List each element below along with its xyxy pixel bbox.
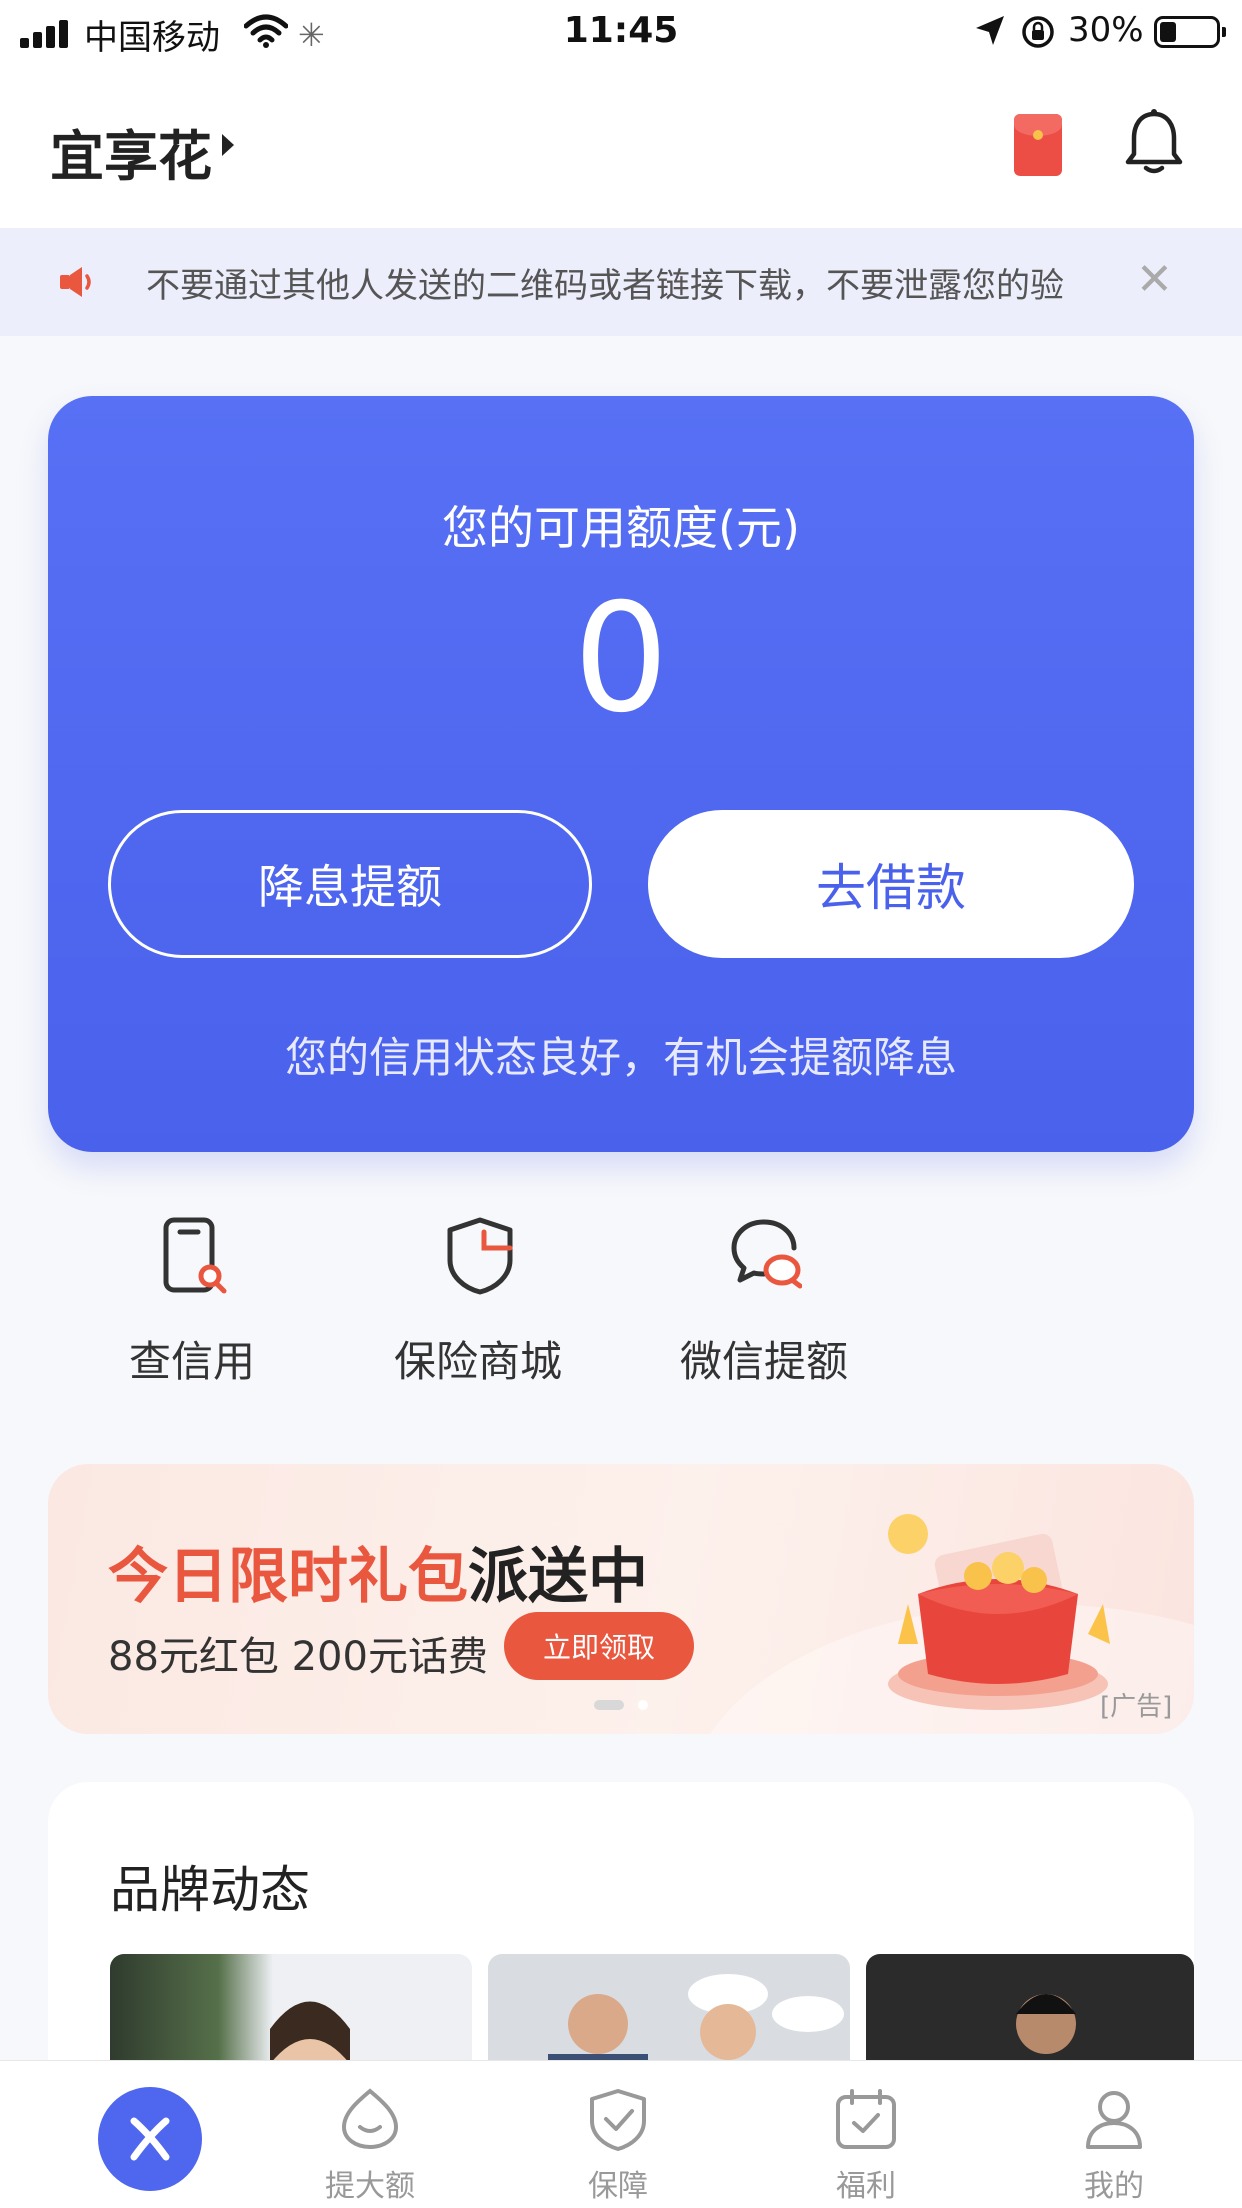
status-bar: 中国移动 ✳ 11:45 30% [0, 0, 1242, 62]
quick-action-label: 微信提额 [679, 1337, 848, 1386]
tab-label: 我的 [1084, 2169, 1144, 2204]
bottom-tab-bar: 提大额 保障 福利 我的 [0, 2060, 1242, 2208]
section-title: 品牌动态 [110, 1861, 310, 1919]
notice-text: 不要通过其他人发送的二维码或者链接下载，不要泄露您的验 [146, 266, 1064, 306]
credit-check-icon [163, 1217, 227, 1294]
banner-subtitle: 88元红包 200元话费 [108, 1634, 488, 1680]
quick-action-credit-check[interactable]: 查信用 [82, 1216, 302, 1396]
banner-headline-rest: 派送中 [468, 1542, 648, 1612]
app-title[interactable]: 宜享花 [50, 112, 212, 191]
wechat-chat-icon [731, 1219, 802, 1289]
smile-icon [341, 2088, 399, 2150]
tab-label: 福利 [836, 2169, 896, 2204]
speaker-icon [60, 267, 91, 297]
red-envelope-icon[interactable] [1014, 114, 1062, 176]
app-header: 宜享花 [0, 62, 1242, 228]
quick-action-insurance-mall[interactable]: 保险商城 [368, 1216, 588, 1396]
bell-icon[interactable] [1124, 108, 1184, 176]
carousel-indicator-active [594, 1700, 624, 1710]
caret-right-icon[interactable] [222, 134, 234, 156]
quick-action-label: 保险商城 [393, 1337, 562, 1386]
quick-action-label: 查信用 [128, 1337, 255, 1386]
calendar-check-icon [836, 2089, 896, 2149]
available-credit-label: 您的可用额度(元) [442, 501, 800, 555]
raise-limit-button[interactable]: 降息提额 [108, 810, 592, 958]
banner-headline-highlight: 今日限时礼包 [108, 1542, 468, 1612]
insurance-shield-icon [447, 1217, 513, 1295]
tab-protection[interactable]: 保障 [528, 2061, 708, 2208]
notice-bar: 不要通过其他人发送的二维码或者链接下载，不要泄露您的验 ✕ [0, 228, 1242, 336]
tab-home[interactable] [30, 2061, 210, 2208]
promo-banner[interactable]: 今日限时礼包派送中 88元红包 200元话费 立即领取 [广告] [48, 1464, 1194, 1734]
close-icon[interactable]: ✕ [1136, 250, 1173, 310]
quick-action-wechat-raise[interactable]: 微信提额 [654, 1216, 874, 1396]
borrow-button[interactable]: 去借款 [648, 810, 1134, 958]
battery-icon [1154, 16, 1226, 48]
user-icon [1086, 2091, 1142, 2149]
tab-raise-limit[interactable]: 提大额 [280, 2061, 460, 2208]
banner-headline: 今日限时礼包派送中 [108, 1528, 648, 1615]
credit-status-tip: 您的信用状态良好，有机会提额降息 [284, 1033, 957, 1082]
location-arrow-icon [976, 16, 1004, 45]
home-logo-icon [98, 2087, 202, 2191]
credit-limit-card: 您的可用额度(元) 0 降息提额 去借款 您的信用状态良好，有机会提额降息 [48, 396, 1194, 1152]
battery-percentage: 30% [1068, 10, 1144, 50]
rotation-lock-icon [1022, 16, 1054, 48]
carousel-indicator [638, 1700, 648, 1710]
tab-benefits[interactable]: 福利 [776, 2061, 956, 2208]
ad-tag: [广告] [1100, 1692, 1173, 1722]
tab-label: 保障 [588, 2169, 648, 2204]
tab-mine[interactable]: 我的 [1024, 2061, 1204, 2208]
shield-check-icon [590, 2089, 646, 2151]
available-credit-amount: 0 [573, 572, 669, 746]
claim-now-button[interactable]: 立即领取 [504, 1612, 694, 1680]
tab-label: 提大额 [325, 2169, 415, 2204]
